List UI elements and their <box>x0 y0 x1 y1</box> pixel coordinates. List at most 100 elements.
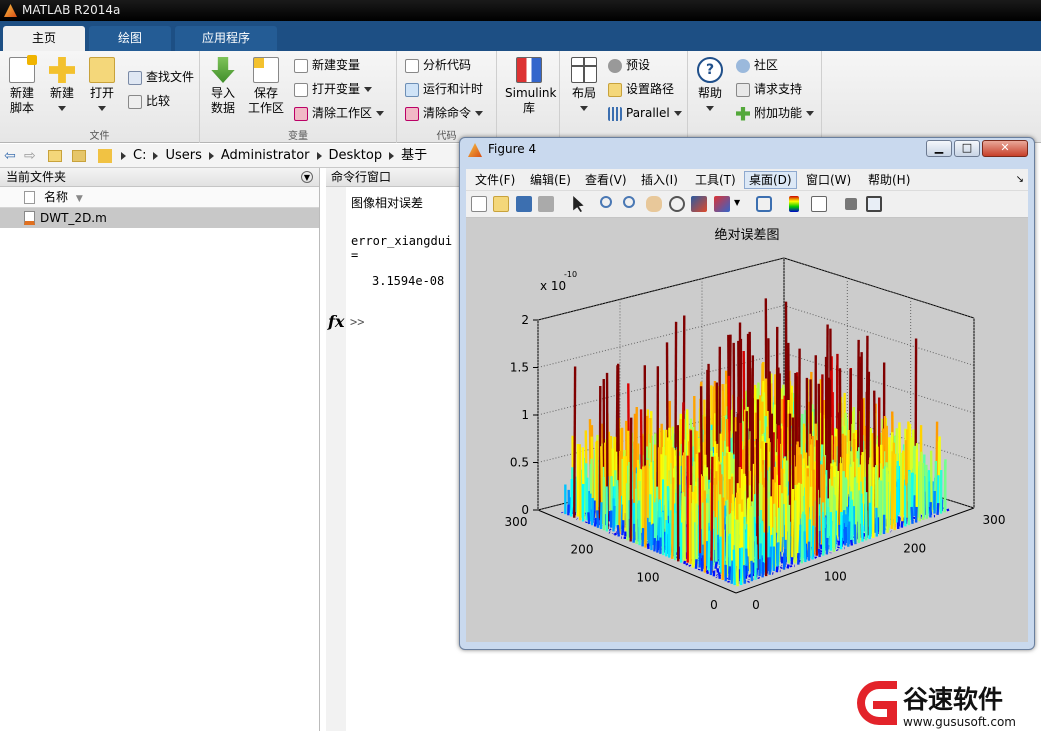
surface-spike <box>837 471 838 539</box>
clear-commands-button[interactable]: 清除命令 <box>405 103 483 123</box>
path-segment[interactable]: C: <box>133 148 146 163</box>
maximize-button[interactable]: □ <box>954 140 980 157</box>
simulink-label-2: 库 <box>505 101 553 116</box>
clear-workspace-button[interactable]: 清除工作区 <box>294 103 384 123</box>
surface-spike <box>855 524 856 544</box>
rotate-3d-icon[interactable] <box>669 196 685 212</box>
close-button[interactable]: ✕ <box>982 140 1028 157</box>
menu-insert[interactable]: 插入(I) <box>641 169 678 191</box>
plus-icon <box>49 57 75 83</box>
compare-button[interactable]: 比较 <box>128 91 170 111</box>
pointer-icon[interactable] <box>570 196 586 212</box>
surface-spike <box>636 489 637 544</box>
print-icon[interactable] <box>538 196 554 212</box>
file-row[interactable]: DWT_2D.m <box>0 208 319 228</box>
link-plot-icon[interactable] <box>756 196 772 212</box>
import-label-1: 导入 <box>206 86 240 101</box>
z-tick-label: 1.5 <box>510 361 529 375</box>
zoom-in-icon[interactable] <box>600 196 612 208</box>
z-tick-label: 1 <box>521 408 529 422</box>
tab-home[interactable]: 主页 <box>3 26 85 51</box>
request-support-icon <box>736 83 750 97</box>
path-segment[interactable]: Administrator <box>221 148 310 163</box>
help-button[interactable]: ? 帮助 <box>694 57 726 116</box>
current-folder-header: 当前文件夹 ▼ <box>0 168 319 187</box>
find-files-button[interactable]: 查找文件 <box>128 67 194 87</box>
menu-desktop[interactable]: 桌面(D) <box>744 171 797 189</box>
x-tick-label: 100 <box>637 570 660 584</box>
surface-spike <box>777 542 778 569</box>
tab-apps[interactable]: 应用程序 <box>175 26 277 51</box>
import-data-button[interactable]: 导入 数据 <box>206 57 240 116</box>
parallel-button[interactable]: Parallel <box>608 103 682 123</box>
open-label: 打开 <box>86 86 118 101</box>
browse-folder-icon[interactable] <box>72 150 86 162</box>
new-script-button[interactable]: 新建 脚本 <box>6 57 38 116</box>
run-and-time-button[interactable]: 运行和计时 <box>405 79 483 99</box>
y-tick-label: 300 <box>983 513 1006 527</box>
path-segment[interactable]: Desktop <box>329 148 383 163</box>
surface-spike <box>921 515 922 516</box>
minimize-button[interactable]: ▁ <box>926 140 952 157</box>
menu-window[interactable]: 窗口(W) <box>806 169 851 191</box>
request-support-button[interactable]: 请求支持 <box>736 79 802 99</box>
name-column-header[interactable]: 名称 ▼ <box>0 187 319 208</box>
new-variable-button[interactable]: 新建变量 <box>294 55 360 75</box>
hide-plot-tools-icon[interactable] <box>845 198 857 210</box>
analyze-code-button[interactable]: 分析代码 <box>405 55 471 75</box>
layout-button[interactable]: 布局 <box>566 57 602 116</box>
surface-spike <box>945 459 946 512</box>
save-icon[interactable] <box>516 196 532 212</box>
addons-button[interactable]: 附加功能 <box>736 103 814 123</box>
figure-menubar: 文件(F) 编辑(E) 查看(V) 插入(I) 工具(T) 桌面(D) 窗口(W… <box>466 169 1028 191</box>
tab-plots[interactable]: 绘图 <box>89 26 171 51</box>
addons-caret-icon <box>806 111 814 116</box>
watermark-url: www.gususoft.com <box>903 715 1016 729</box>
pan-hand-icon[interactable] <box>646 196 662 212</box>
community-button[interactable]: 社区 <box>736 55 778 75</box>
surface-plot[interactable]: 绝对误差图 x 10 -10 00.511.520100200300010020… <box>466 218 1028 642</box>
surface-spike <box>571 479 572 517</box>
fx-icon[interactable]: fx <box>328 312 344 331</box>
menu-tools[interactable]: 工具(T) <box>695 169 736 191</box>
output-line: error_xiangdui = <box>351 234 466 262</box>
surface-spike <box>792 489 793 562</box>
y-tick-label: 200 <box>903 541 926 555</box>
community-icon <box>736 59 750 73</box>
command-window[interactable]: 命令行窗口 图像相对误差 error_xiangdui = 3.1594e-08… <box>326 168 466 731</box>
zoom-out-icon[interactable] <box>623 196 635 208</box>
surface-spike <box>610 529 611 530</box>
menu-help[interactable]: 帮助(H) <box>868 169 910 191</box>
new-button[interactable]: 新建 <box>46 57 78 116</box>
surface-spike <box>643 528 644 546</box>
path-segment[interactable]: Users <box>165 148 201 163</box>
open-file-icon[interactable] <box>493 196 509 212</box>
surface-spike <box>741 547 742 585</box>
save-workspace-button[interactable]: 保存 工作区 <box>246 57 286 116</box>
set-path-button[interactable]: 设置路径 <box>608 79 674 99</box>
legend-icon[interactable] <box>811 196 827 212</box>
up-folder-icon[interactable] <box>48 150 62 162</box>
forward-arrow-icon[interactable]: ⇨ <box>24 144 36 168</box>
menu-edit[interactable]: 编辑(E) <box>530 169 571 191</box>
menu-view[interactable]: 查看(V) <box>585 169 627 191</box>
back-arrow-icon[interactable]: ⇦ <box>4 144 16 168</box>
help-label: 帮助 <box>694 86 726 101</box>
colorbar-icon[interactable] <box>789 196 799 212</box>
data-cursor-icon[interactable] <box>691 196 707 212</box>
dock-arrow-icon[interactable]: ↘ <box>1016 169 1024 191</box>
new-figure-icon[interactable] <box>471 196 487 212</box>
brush-icon[interactable] <box>714 196 730 212</box>
pane-menu-icon[interactable]: ▼ <box>301 171 313 183</box>
workspace-icon <box>253 57 279 83</box>
preferences-button[interactable]: 预设 <box>608 55 650 75</box>
open-button[interactable]: 打开 <box>86 57 118 116</box>
simulink-library-button[interactable]: Simulink 库 <box>505 57 553 116</box>
brush-caret-icon[interactable]: ▼ <box>734 198 740 207</box>
menu-file[interactable]: 文件(F) <box>475 169 515 191</box>
show-plot-tools-icon[interactable] <box>866 196 882 212</box>
surface-spike <box>613 506 614 532</box>
clear-commands-caret-icon <box>475 111 483 116</box>
preferences-label: 预设 <box>626 58 650 72</box>
open-variable-button[interactable]: 打开变量 <box>294 79 372 99</box>
